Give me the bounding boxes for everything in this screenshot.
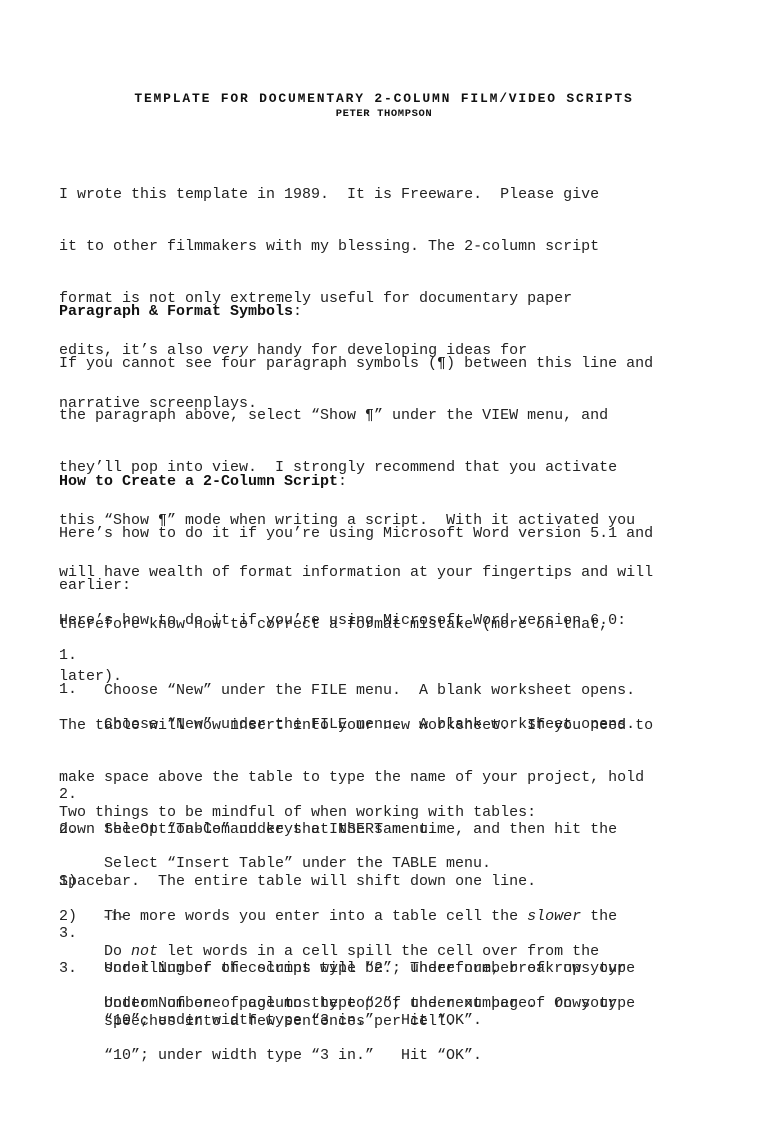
mindful-list-item-2: 2) Do not let words in a cell spill the … [59, 856, 739, 1082]
list-item-text: bottom of one page to the top of the nex… [104, 995, 618, 1013]
text-run: Do [104, 943, 132, 961]
heading-colon: : [293, 302, 303, 320]
text-line: The table will now insert into your new … [59, 716, 654, 734]
heading-colon: : [338, 472, 348, 490]
document-page: TEMPLATE FOR DOCUMENTARY 2-COLUMN FILM/V… [0, 0, 768, 1064]
text-run: let words in a cell spill the cell over … [158, 943, 600, 961]
section-heading: How to Create a 2-Column Script: [59, 473, 739, 490]
text-line: Here’s how to do it if you’re using Micr… [59, 611, 627, 629]
section-heading: Paragraph & Format Symbols: [59, 303, 739, 320]
page-number: -1- [104, 909, 127, 924]
text-line: I wrote this template in 1989. It is Fre… [59, 185, 600, 203]
text-line: Here’s how to do it if you’re using Micr… [59, 525, 654, 543]
text-line: If you cannot see four paragraph symbols… [59, 355, 654, 373]
document-author: PETER THOMPSON [335, 108, 433, 120]
heading-text: Paragraph & Format Symbols [59, 302, 294, 320]
list-number: 2) [59, 908, 78, 926]
list-item-text: Do not let words in a cell spill the cel… [104, 943, 739, 960]
emphasis-text: not [131, 943, 159, 961]
text-line: Two things to be mindful of when working… [59, 803, 537, 821]
text-line: it to other filmmakers with my blessing.… [59, 238, 600, 256]
document-title: TEMPLATE FOR DOCUMENTARY 2-COLUMN FILM/V… [134, 91, 634, 106]
text-line: the paragraph above, select “Show ¶” und… [59, 407, 609, 425]
heading-text: How to Create a 2-Column Script [59, 472, 339, 490]
